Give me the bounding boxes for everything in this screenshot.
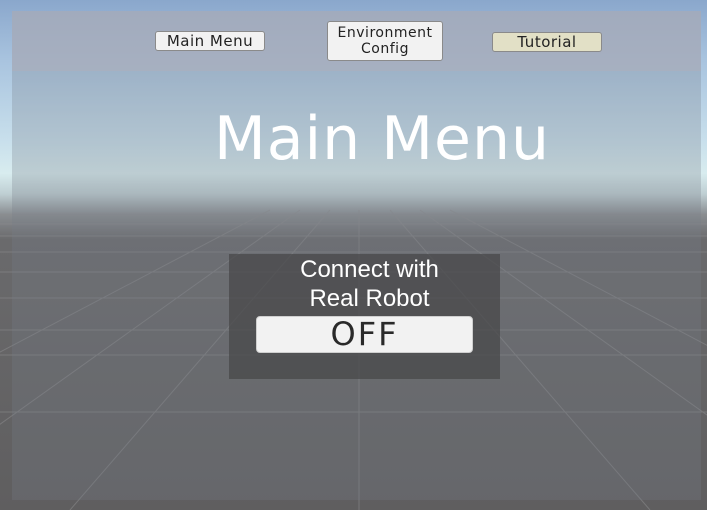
connect-robot-panel: Connect with Real Robot OFF xyxy=(229,254,500,379)
tutorial-button-label: Tutorial xyxy=(517,33,577,51)
tutorial-button[interactable]: Tutorial xyxy=(492,32,602,52)
environment-config-button[interactable]: Environment Config xyxy=(327,21,443,61)
connect-robot-toggle-button[interactable]: OFF xyxy=(256,316,473,353)
connect-label-line1: Connect with xyxy=(300,256,439,283)
connect-robot-label: Connect with Real Robot xyxy=(229,254,500,313)
environment-config-label-line2: Config xyxy=(361,41,409,57)
connect-label-line2: Real Robot xyxy=(309,285,430,312)
page-title: Main Menu xyxy=(213,104,551,174)
main-menu-button-label: Main Menu xyxy=(166,32,254,50)
environment-config-label-line1: Environment xyxy=(337,25,433,41)
main-menu-button[interactable]: Main Menu xyxy=(155,31,265,51)
